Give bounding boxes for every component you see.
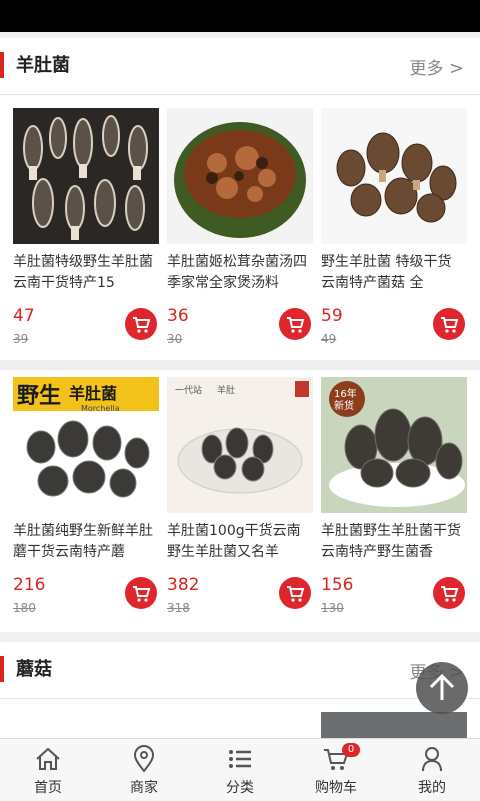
product-price: 36 (167, 306, 189, 326)
banner-text-1: 野生 (17, 384, 61, 409)
nav-home[interactable]: 首页 (0, 739, 96, 801)
cart-icon (441, 586, 459, 602)
product-name: 野生羊肚菌 特级干货 云南特产菌菇 全 (321, 254, 452, 291)
nav-label: 分类 (226, 780, 254, 796)
row-divider (0, 360, 480, 370)
location-pin-icon (133, 745, 155, 773)
product-name: 羊肚菌野生羊肚菌干货云南特产野生菌香 (321, 523, 461, 560)
product-card[interactable]: 羊肚菌姬松茸杂菌汤四季家常全家煲汤料 36 30 (167, 108, 313, 346)
section-accent-bar (0, 656, 4, 682)
product-old-price: 130 (321, 601, 344, 615)
product-image: 野生 羊肚菌 Morchella (13, 377, 159, 513)
product-price: 216 (13, 575, 46, 595)
product-old-price: 30 (167, 332, 183, 346)
product-name: 羊肚菌特级野生羊肚菌云南干货特产15 (13, 254, 153, 291)
morel-dried-image (13, 108, 159, 244)
product-name: 羊肚菌100g干货云南野生羊肚菌又名羊 (167, 523, 301, 560)
cart-count-badge: 0 (342, 743, 360, 757)
add-to-cart-button[interactable] (433, 308, 465, 340)
cart-icon (441, 317, 459, 333)
more-link[interactable]: 更多 > (410, 54, 465, 79)
status-bar (0, 0, 480, 32)
section-accent-bar (0, 52, 4, 78)
product-card[interactable]: 羊肚菌特级野生羊肚菌云南干货特产15 47 39 (13, 108, 159, 346)
product-image: 一代站 羊肚 (167, 377, 313, 513)
nav-merchants[interactable]: 商家 (96, 739, 192, 801)
section-header: 羊肚菌 更多 > (0, 38, 480, 95)
product-old-price: 49 (321, 332, 337, 346)
product-image (321, 712, 467, 738)
morel-plate-image: 一代站 羊肚 (167, 377, 313, 513)
product-card[interactable]: 16年 新货 羊肚菌野生羊肚菌干货云南特产野生菌香 156 130 (321, 377, 467, 615)
product-name: 羊肚菌姬松茸杂菌汤四季家常全家煲汤料 (167, 254, 307, 291)
product-price: 156 (321, 575, 354, 595)
add-to-cart-button[interactable] (125, 577, 157, 609)
bottom-navigation: 首页 商家 分类 0 购物车 我的 (0, 738, 480, 801)
product-old-price: 39 (13, 332, 29, 346)
product-price: 59 (321, 306, 343, 326)
product-image (13, 108, 159, 244)
add-to-cart-button[interactable] (125, 308, 157, 340)
badge-text-2: 新货 (334, 399, 354, 412)
home-icon (36, 747, 60, 770)
nav-label: 商家 (130, 780, 158, 796)
more-label: 更多 (409, 59, 444, 79)
nav-label: 我的 (418, 780, 446, 796)
product-name: 羊肚菌纯野生新鲜羊肚蘑干货云南特产蘑 (13, 523, 153, 560)
soup-bowl-image (167, 108, 313, 244)
product-old-price: 318 (167, 601, 190, 615)
cart-icon (133, 317, 151, 333)
add-to-cart-button[interactable] (279, 577, 311, 609)
product-image (167, 108, 313, 244)
morel-white-bg-image (321, 108, 467, 244)
add-to-cart-button[interactable] (279, 308, 311, 340)
section-mushroom: 蘑菇 更多 > (0, 642, 480, 738)
arrow-up-icon (429, 673, 455, 700)
product-image: 16年 新货 (321, 377, 467, 513)
user-icon (422, 747, 442, 772)
wild-morel-banner-image: 野生 羊肚菌 Morchella (13, 377, 159, 513)
cart-icon (287, 317, 305, 333)
nav-categories[interactable]: 分类 (192, 739, 288, 801)
badge-text-1: 16年 (334, 387, 357, 400)
banner-text-2: 羊肚菌 (69, 384, 117, 403)
nav-profile[interactable]: 我的 (384, 739, 480, 801)
chevron-right-icon: > (448, 58, 464, 79)
product-price: 47 (13, 306, 35, 326)
cart-icon (287, 586, 305, 602)
product-card[interactable]: 野生 羊肚菌 Morchella 羊肚菌纯野生新鲜羊肚蘑干货云南特产蘑 216 … (13, 377, 159, 615)
list-icon (229, 750, 251, 768)
scroll-to-top-button[interactable] (416, 662, 468, 714)
product-card[interactable]: 野生羊肚菌 特级干货 云南特产菌菇 全 59 49 (321, 108, 467, 346)
brand-text-2: 羊肚 (217, 384, 235, 396)
morel-bowl-image: 16年 新货 (321, 377, 467, 513)
nav-label: 购物车 (315, 780, 357, 796)
section-title: 羊肚菌 (16, 55, 70, 76)
product-image (321, 108, 467, 244)
product-price: 382 (167, 575, 200, 595)
cart-icon (133, 586, 151, 602)
nav-label: 首页 (34, 780, 62, 796)
brand-text: 一代站 (175, 384, 202, 396)
section-header: 蘑菇 更多 > (0, 642, 480, 699)
nav-cart[interactable]: 0 购物车 (288, 739, 384, 801)
add-to-cart-button[interactable] (433, 577, 465, 609)
banner-text-3: Morchella (81, 404, 120, 413)
section-title: 蘑菇 (16, 659, 52, 680)
product-card[interactable]: 一代站 羊肚 羊肚菌100g干货云南野生羊肚菌又名羊 382 318 (167, 377, 313, 615)
product-old-price: 180 (13, 601, 36, 615)
